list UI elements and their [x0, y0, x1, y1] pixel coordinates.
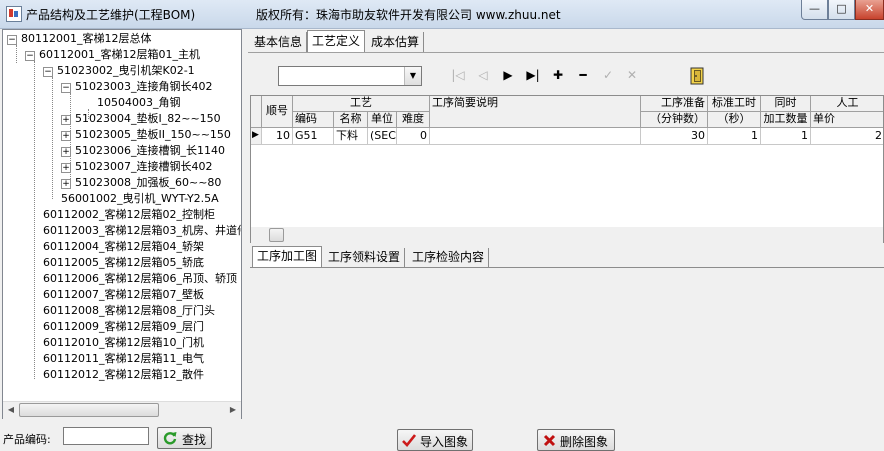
table-cell[interactable]: 1	[761, 128, 811, 145]
column-header-difficulty[interactable]: 难度	[397, 112, 430, 128]
table-cell[interactable]	[430, 128, 641, 145]
post-record-button[interactable]: ✓	[598, 66, 618, 84]
column-header-process[interactable]: 工艺	[293, 96, 430, 112]
table-cell[interactable]: G51	[293, 128, 334, 145]
product-code-input[interactable]	[63, 427, 149, 445]
table-cell[interactable]: (SEC/	[368, 128, 397, 145]
delete-record-button[interactable]: ━	[573, 66, 593, 84]
expand-icon[interactable]: +	[61, 179, 71, 189]
row-indicator-header	[251, 96, 262, 128]
collapse-icon[interactable]: −	[43, 67, 53, 77]
expand-icon[interactable]: +	[61, 131, 71, 141]
product-tree[interactable]: − 80112001_客梯12层总体 − 60112001_客梯12层箱01_主…	[2, 29, 242, 419]
column-header-simultaneous-qty: 加工数量	[761, 112, 811, 128]
first-record-button[interactable]: |◁	[448, 66, 468, 84]
column-header-prep-time-unit: （分钟数）	[641, 112, 708, 128]
table-cell[interactable]: 下料	[334, 128, 368, 145]
tab-material-settings[interactable]: 工序领料设置	[324, 248, 406, 268]
prev-record-button[interactable]: ◁	[473, 66, 493, 84]
collapse-icon[interactable]: −	[25, 51, 35, 61]
tab-process-definition[interactable]: 工艺定义	[307, 30, 366, 52]
maximize-button[interactable]: □	[828, 0, 855, 20]
tree-connector	[34, 61, 35, 379]
table-cell[interactable]: 30	[641, 128, 708, 145]
column-header-name[interactable]: 名称	[334, 112, 368, 128]
scroll-right-icon[interactable]: ▶	[225, 402, 241, 418]
import-image-button[interactable]: 导入图象	[397, 429, 473, 451]
scroll-thumb[interactable]	[19, 403, 159, 417]
title-bar: 产品结构及工艺维护(工程BOM) 版权所有：珠海市助友软件开发有限公司 www.…	[0, 0, 884, 29]
tab-basic-info[interactable]: 基本信息	[250, 32, 308, 52]
table-cell[interactable]: 10	[262, 128, 293, 145]
next-record-button[interactable]: ▶	[498, 66, 518, 84]
copyright-text: 版权所有：珠海市助友软件开发有限公司 www.zhuu.net	[256, 8, 561, 22]
collapse-icon[interactable]: −	[61, 83, 71, 93]
cancel-edit-button[interactable]: ✕	[622, 66, 642, 84]
window-title: 产品结构及工艺维护(工程BOM)	[26, 8, 196, 22]
delete-icon	[543, 434, 556, 447]
expand-icon[interactable]: +	[61, 115, 71, 125]
column-header-std-time[interactable]: 标准工时	[708, 96, 761, 112]
table-cell[interactable]: 1	[708, 128, 761, 145]
app-icon	[6, 6, 22, 22]
column-header-labor[interactable]: 人工	[811, 96, 883, 112]
maximize-icon: □	[836, 2, 847, 15]
process-drawing-panel	[250, 267, 884, 431]
column-header-prep-time[interactable]: 工序准备	[641, 96, 708, 112]
expand-icon[interactable]: +	[61, 147, 71, 157]
product-code-label: 产品编码:	[3, 433, 51, 446]
last-record-button[interactable]: ▶|	[523, 66, 543, 84]
table-cell[interactable]: 0	[397, 128, 430, 145]
tab-inspection-content[interactable]: 工序检验内容	[408, 248, 490, 268]
column-header-std-time-unit: （秒）	[708, 112, 761, 128]
panel-splitter[interactable]	[243, 29, 247, 450]
delete-image-button[interactable]: 删除图象	[537, 429, 615, 451]
exit-icon[interactable]	[688, 66, 706, 86]
tab-process-drawing[interactable]: 工序加工图	[252, 246, 323, 268]
minimize-icon: —	[809, 2, 820, 15]
close-icon: ✕	[864, 2, 875, 15]
column-header-unit-price: 单价	[811, 112, 883, 128]
column-header-simultaneous[interactable]: 同时	[761, 96, 811, 112]
scroll-thumb[interactable]	[269, 228, 284, 242]
column-header-code[interactable]: 编码	[293, 112, 334, 128]
process-grid[interactable]: 顺号 工艺 编码 名称 单位 难度 工序简要说明 工序准备 （分钟数） 标准工时…	[250, 95, 884, 243]
tree-connector	[52, 77, 53, 199]
chevron-down-icon[interactable]: ▼	[404, 67, 421, 85]
grid-horizontal-scrollbar[interactable]	[251, 227, 883, 243]
add-record-button[interactable]: ✚	[548, 66, 568, 84]
tab-cost-estimate[interactable]: 成本估算	[367, 32, 425, 52]
minimize-button[interactable]: —	[801, 0, 828, 20]
tree-connector	[16, 45, 17, 63]
find-button[interactable]: 查找	[157, 427, 212, 449]
tree-horizontal-scrollbar[interactable]: ◀ ▶	[3, 401, 241, 419]
check-icon	[402, 434, 416, 447]
close-button[interactable]: ✕	[855, 0, 884, 20]
expand-icon[interactable]: +	[61, 163, 71, 173]
column-header-description[interactable]: 工序简要说明	[430, 96, 641, 128]
scroll-left-icon[interactable]: ◀	[3, 402, 19, 418]
table-cell[interactable]: 2	[811, 128, 883, 145]
column-header-unit[interactable]: 单位	[368, 112, 397, 128]
collapse-icon[interactable]: −	[7, 35, 17, 45]
process-select[interactable]: ▼	[278, 66, 422, 86]
row-indicator-icon[interactable]: ▶	[251, 128, 262, 145]
column-header-seq[interactable]: 顺号	[262, 96, 293, 128]
refresh-icon	[163, 432, 177, 445]
